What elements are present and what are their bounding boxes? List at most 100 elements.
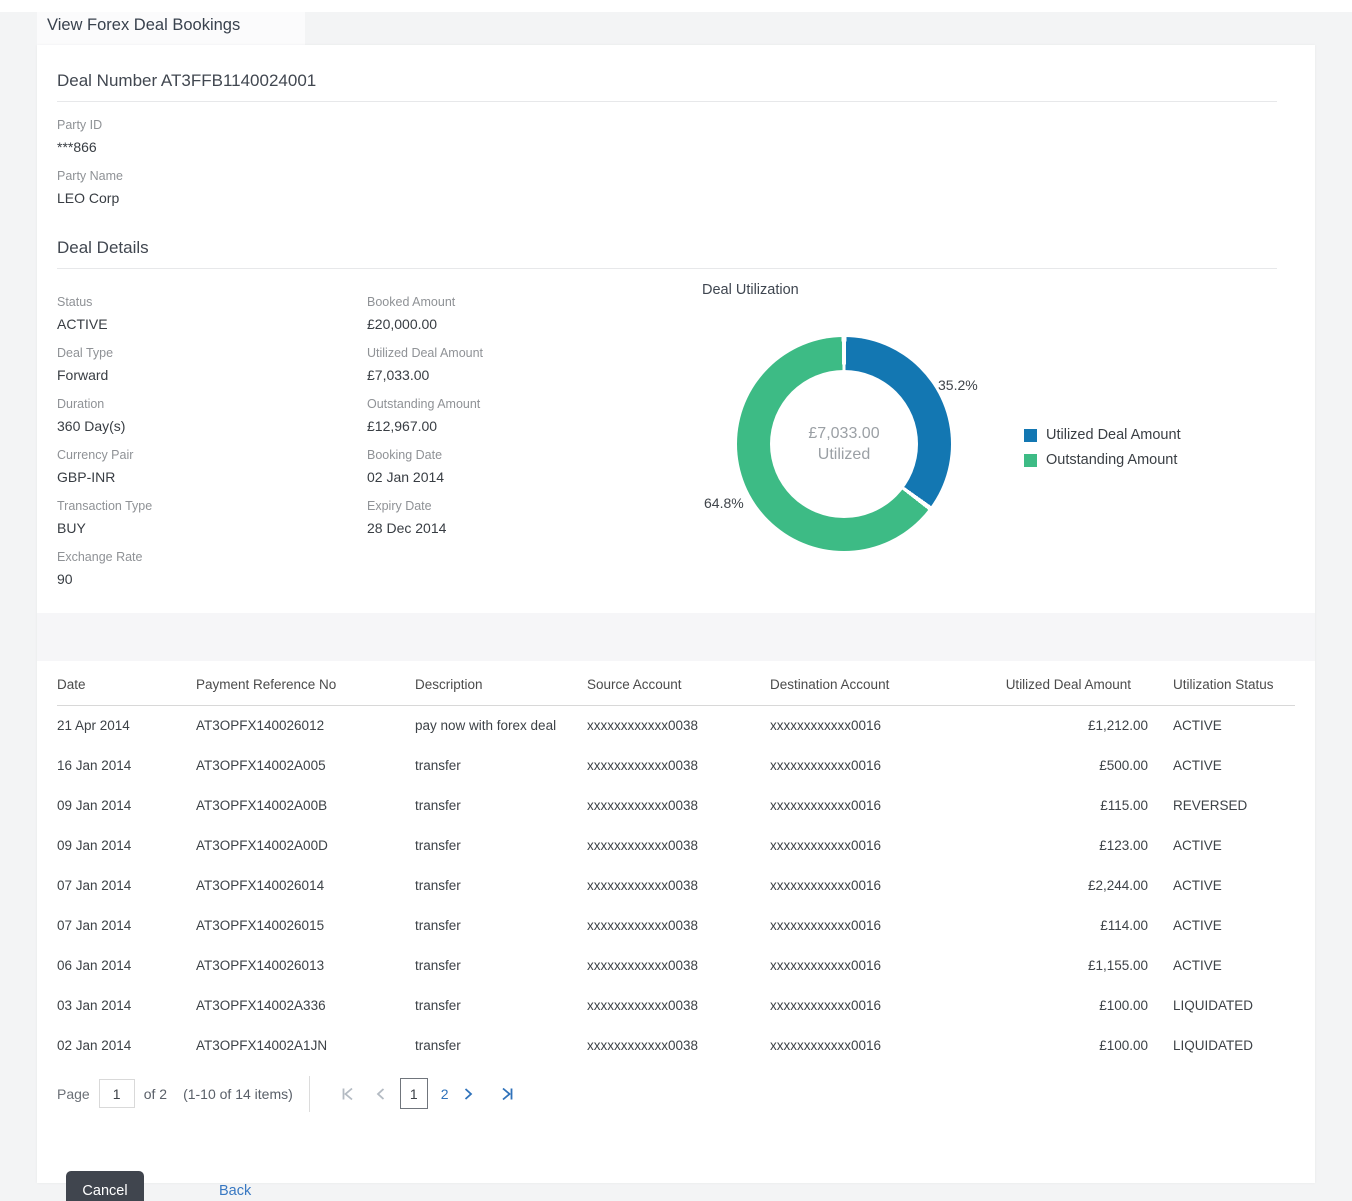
table-cell: transfer [415,958,461,973]
table-row: 03 Jan 2014 AT3OPFX14002A336 transfer xxxxx… [57,986,1295,1026]
column-header-source-account: Source Account [587,661,770,706]
field-value: ***866 [57,139,97,155]
table-cell: AT3OPFX140026015 [196,918,325,933]
table-cell: xxxxxxxxxxxx0038 [587,918,699,933]
deal-details-left-column: Status ACTIVE Deal Type Forward Duration 360 … [57,295,367,601]
table-row: 02 Jan 2014 AT3OPFX14002A1JN transfer xxxxx… [57,1026,1295,1066]
field-value: LEO Corp [57,190,120,206]
table-cell: xxxxxxxxxxxx0038 [587,758,699,773]
next-page-button[interactable] [457,1083,480,1105]
field-label: Party ID [57,118,103,132]
field-value: £7,033.00 [367,367,430,383]
top-bar [0,0,1352,12]
first-page-button[interactable] [334,1083,361,1105]
table-cell: ACTIVE [1173,758,1222,773]
last-page-button[interactable] [494,1083,521,1105]
field-label: Party Name [57,169,123,183]
table-cell: AT3OPFX14002A00D [196,838,328,853]
table-cell: ACTIVE [1173,918,1222,933]
field-value: 28 Dec 2014 [367,520,447,536]
divider [57,268,1277,269]
field: Deal Type Forward [57,346,367,384]
center-amount: £7,033.00 [808,425,880,442]
table-cell: LIQUIDATED [1173,998,1254,1013]
legend-swatch-outstanding [1024,453,1037,467]
table-cell: £100.00 [1099,1038,1148,1053]
next-page-icon [464,1087,472,1100]
table-row: 09 Jan 2014 AT3OPFX14002A00B transfer xxxxx… [57,786,1295,826]
field-value: 90 [57,571,73,587]
pagination-bar: Page of 2 (1-10 of 14 items) 1 2 [57,1075,1295,1113]
table-cell: transfer [415,838,461,853]
table-cell: xxxxxxxxxxxx0038 [587,718,699,734]
table-cell: xxxxxxxxxxxx0016 [770,998,882,1013]
table-cell: transfer [415,758,461,773]
back-link[interactable]: Back [219,1183,251,1199]
table-cell: £2,244.00 [1087,878,1148,893]
field: Booking Date 02 Jan 2014 [367,448,702,486]
chart-legend: Utilized Deal Amount Outstanding Amount [1024,427,1181,477]
table-cell: ACTIVE [1173,838,1222,853]
field: Party Name LEO Corp [57,169,1295,207]
field-value: BUY [57,520,86,536]
legend-swatch-utilized [1024,428,1037,442]
field: Status ACTIVE [57,295,367,333]
table-cell: transfer [415,798,461,813]
field: Party ID ***866 [57,118,1295,156]
field-label: Utilized Deal Amount [367,346,484,360]
table-cell: ACTIVE [1173,958,1222,973]
deal-details-section: Status ACTIVE Deal Type Forward Duration 360 … [57,279,1295,601]
previous-page-button[interactable] [369,1083,392,1105]
table-cell: AT3OPFX140026014 [196,878,325,893]
table-cell: AT3OPFX140026013 [196,958,325,973]
table-row: 21 Apr 2014 AT3OPFX140026012 pay now with … [57,706,1295,746]
table-cell: £123.00 [1099,838,1148,853]
field-value: £12,967.00 [367,418,438,434]
field-label: Expiry Date [367,499,432,513]
field-label: Deal Type [57,346,114,360]
deal-details-heading: Deal Details [57,238,149,257]
column-header-date: Date [57,661,196,706]
table-row: 16 Jan 2014 AT3OPFX14002A005 transfer xxxxx… [57,746,1295,786]
field: Booked Amount £20,000.00 [367,295,702,333]
bookings-table: Date Payment Reference No Description Sourc… [57,661,1295,1066]
column-header-payment-reference-no: Payment Reference No [196,661,408,706]
chart-title: Deal Utilization [702,282,799,298]
field-label: Booking Date [367,448,443,462]
page-2-link[interactable]: 2 [441,1086,449,1102]
field: Expiry Date 28 Dec 2014 [367,499,702,537]
table-cell: AT3OPFX14002A005 [196,758,326,773]
content-card: Deal Number AT3FFB1140024001 Party ID ***… [37,45,1315,1201]
table-cell: £114.00 [1100,918,1148,933]
table-cell: 21 Apr 2014 [57,718,130,734]
party-fields: Party ID ***866 Party Name LEO Corp [57,118,1295,207]
table-cell: xxxxxxxxxxxx0016 [770,798,882,813]
table-cell: 09 Jan 2014 [57,838,132,853]
donut-center-label: £7,033.00 Utilized [737,337,951,551]
table-cell: 07 Jan 2014 [57,918,132,933]
table-cell: xxxxxxxxxxxx0016 [770,958,882,973]
field-label: Outstanding Amount [367,397,481,411]
divider [308,1075,310,1112]
field-value: 360 Day(s) [57,418,126,434]
table-cell: 16 Jan 2014 [57,758,132,773]
field-label: Duration [57,397,105,411]
table-cell: AT3OPFX14002A1JN [196,1038,328,1053]
footer-actions: Cancel Back [57,1170,1295,1201]
table-cell: xxxxxxxxxxxx0038 [587,1038,699,1053]
column-header-description: Description [408,661,587,706]
table-cell: xxxxxxxxxxxx0016 [770,758,882,773]
table-cell: 09 Jan 2014 [57,798,132,813]
table-cell: £100.00 [1099,998,1148,1013]
cancel-button[interactable]: Cancel [66,1170,144,1201]
table-cell: xxxxxxxxxxxx0038 [587,878,699,893]
table-cell: 03 Jan 2014 [57,998,132,1013]
page-number-input[interactable] [98,1079,135,1108]
slice-label-outstanding: 64.8% [704,495,744,511]
table-cell: transfer [415,998,461,1013]
table-cell: AT3OPFX14002A336 [196,998,326,1013]
table-cell: transfer [415,1038,461,1053]
title-band: View Forex Deal Bookings [0,12,1352,45]
current-page-button[interactable]: 1 [399,1078,428,1109]
field-value: 02 Jan 2014 [367,469,445,485]
